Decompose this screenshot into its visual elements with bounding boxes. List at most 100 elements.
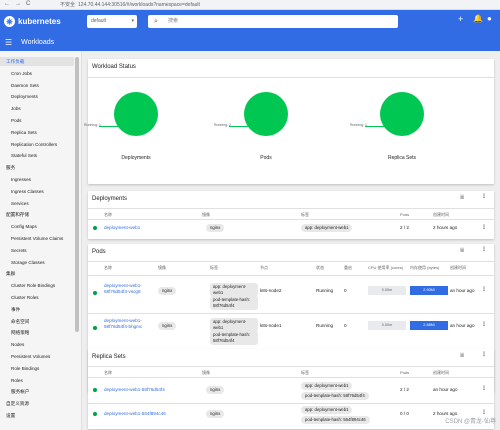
filter-icon[interactable]: ⩸ bbox=[460, 194, 464, 202]
sidebar-item[interactable]: 工作负载 bbox=[0, 57, 74, 66]
sidebar-item[interactable]: 服务 bbox=[0, 163, 74, 172]
replica-set-name-link[interactable]: deployment-web1-58f76d54f4 bbox=[104, 387, 165, 392]
pods-count: 2 / 2 bbox=[400, 387, 409, 392]
browser-address-bar[interactable]: ← → C 不安全 124.70.44.144:30516/#/workload… bbox=[0, 0, 500, 10]
sidebar-item[interactable]: Persistent Volume Claims bbox=[0, 234, 74, 243]
sidebar-item[interactable]: 服务帐户 bbox=[0, 387, 74, 396]
filter-icon[interactable]: ⩸ bbox=[460, 352, 464, 360]
sidebar-item[interactable]: 自定义资源 bbox=[0, 399, 74, 408]
sidebar-item[interactable]: Persistent Volumes bbox=[0, 352, 74, 361]
sidebar-item[interactable]: Secrets bbox=[0, 246, 74, 255]
status-ok-icon bbox=[93, 226, 97, 230]
notifications-icon[interactable]: 🔔 bbox=[473, 14, 483, 23]
status-ok-icon bbox=[93, 412, 97, 416]
card-title: Replica Sets bbox=[92, 354, 126, 360]
more-icon[interactable]: ⋮ bbox=[481, 321, 487, 328]
security-indicator[interactable]: 不安全 bbox=[60, 1, 75, 8]
sidebar-item[interactable]: Config Maps bbox=[0, 222, 74, 231]
more-icon[interactable]: ⋮ bbox=[481, 193, 487, 200]
sidebar-item[interactable]: 设置 bbox=[0, 411, 74, 420]
label-chip: pod-template-hash: 58f76d54f4 bbox=[210, 331, 258, 345]
sidebar-item[interactable]: Ingress Classes bbox=[0, 187, 74, 196]
image-chip: nginx bbox=[158, 322, 177, 330]
donut-legend-line bbox=[229, 126, 249, 127]
card-title: Workload Status bbox=[92, 64, 136, 70]
menu-icon[interactable]: ☰ bbox=[5, 38, 12, 47]
search-placeholder: 搜索 bbox=[168, 18, 179, 24]
sidebar-item[interactable]: Roles bbox=[0, 376, 74, 385]
kubernetes-logo[interactable]: ⎈ kubernetes bbox=[4, 16, 61, 27]
deployment-name-link[interactable]: deployment-web1 bbox=[104, 225, 140, 230]
chevron-down-icon: ▾ bbox=[131, 18, 134, 24]
sidebar-item[interactable]: 配置和存储 bbox=[0, 210, 74, 219]
helm-wheel-icon: ⎈ bbox=[4, 16, 15, 27]
more-icon[interactable]: ⋮ bbox=[481, 224, 487, 231]
sidebar-item[interactable]: Pods bbox=[0, 116, 74, 125]
divider bbox=[88, 313, 494, 314]
reload-icon[interactable]: C bbox=[26, 1, 30, 7]
sidebar-item[interactable]: Services bbox=[0, 199, 74, 208]
memory-usage-bar: 2.88Mi bbox=[410, 321, 448, 330]
label-chip: app: deployment-web1 bbox=[210, 283, 258, 297]
donut-label: Deployments bbox=[121, 155, 151, 161]
namespace-select[interactable]: default ▾ bbox=[87, 15, 137, 28]
more-icon[interactable]: ⋮ bbox=[481, 385, 487, 392]
node-name: k8s-node1 bbox=[260, 323, 282, 328]
divider bbox=[88, 219, 494, 220]
image-chip: nginx bbox=[158, 287, 177, 295]
donut-legend-line bbox=[365, 126, 385, 127]
account-icon[interactable]: ● bbox=[487, 14, 492, 23]
back-icon[interactable]: ← bbox=[4, 1, 10, 7]
sidebar-item[interactable]: Replication Controllers bbox=[0, 140, 74, 149]
forward-icon[interactable]: → bbox=[15, 1, 21, 7]
pods-count: 2 / 2 bbox=[400, 225, 409, 230]
sidebar-scrollbar[interactable] bbox=[75, 57, 79, 332]
main-content: Workload Status Running: 1 Deployments Run… bbox=[82, 51, 500, 430]
table-header: 标签 bbox=[210, 265, 218, 270]
sidebar-item[interactable]: Cluster Roles bbox=[0, 293, 74, 302]
more-icon[interactable]: ⋮ bbox=[481, 246, 487, 253]
sidebar-item[interactable]: 命名空间 bbox=[0, 317, 74, 326]
sidebar-item[interactable]: Deployments bbox=[0, 92, 74, 101]
sidebar-item[interactable]: Role Bindings bbox=[0, 364, 74, 373]
browser-nav: ← → C bbox=[4, 1, 30, 7]
sidebar-item[interactable]: 事件 bbox=[0, 305, 74, 314]
sidebar-item[interactable]: Cron Jobs bbox=[0, 69, 74, 78]
namespace-value: default bbox=[91, 18, 107, 24]
add-icon[interactable]: + bbox=[458, 14, 463, 24]
sidebar-item[interactable]: Nodes bbox=[0, 340, 74, 349]
sidebar-item[interactable]: Replica Sets bbox=[0, 128, 74, 137]
sidebar-item[interactable]: Storage Classes bbox=[0, 258, 74, 267]
table-header: 名称 bbox=[104, 212, 112, 217]
pod-name-link[interactable]: deployment-web1-58f76d54f4-vscg8 bbox=[104, 283, 149, 295]
divider bbox=[88, 377, 494, 378]
donut-label: Pods bbox=[260, 155, 272, 161]
url-text[interactable]: 124.70.44.144:30516/#/workloads?namespac… bbox=[78, 2, 200, 8]
more-icon[interactable]: ⋮ bbox=[481, 286, 487, 293]
search-icon: ⌕ bbox=[154, 18, 158, 25]
table-header: 创建时间 bbox=[450, 265, 466, 270]
filter-icon[interactable]: ⩸ bbox=[460, 247, 464, 255]
sidebar-item[interactable]: Stateful Sets bbox=[0, 151, 74, 160]
replica-set-name-link[interactable]: deployment-web1-564f894c46 bbox=[104, 411, 166, 416]
more-icon[interactable]: ⋮ bbox=[481, 351, 487, 358]
sidebar-item[interactable]: Daemon Sets bbox=[0, 81, 74, 90]
card-title: Deployments bbox=[92, 196, 128, 202]
watermark: CSDN @青龙-仙尊 bbox=[445, 419, 496, 425]
table-header: 创建时间 bbox=[433, 370, 449, 375]
table-header: 镜像 bbox=[202, 212, 210, 217]
donut-legend: Running: 2 bbox=[214, 123, 231, 127]
search-input[interactable]: ⌕ 搜索 bbox=[148, 15, 398, 28]
sidebar-item[interactable]: 网络策略 bbox=[0, 328, 74, 337]
sidebar-item[interactable]: Cluster Role Bindings bbox=[0, 281, 74, 290]
sidebar-item[interactable]: 集群 bbox=[0, 269, 74, 278]
sidebar-item[interactable]: Ingresses bbox=[0, 175, 74, 184]
deployments-card: Deployments ⩸ ⋮ 名称 镜像 标签 Pods 创建时间 deployment… bbox=[88, 191, 494, 239]
created-time: an hour ago bbox=[450, 288, 475, 293]
table-header: 名称 bbox=[104, 265, 112, 270]
sidebar-item[interactable]: Jobs bbox=[0, 104, 74, 113]
pod-name-link[interactable]: deployment-web1-58f76d54f4-bhgmc bbox=[104, 318, 149, 330]
image-chip: nginx bbox=[206, 410, 225, 418]
more-icon[interactable]: ⋮ bbox=[481, 409, 487, 416]
label-chip: pod-template-hash: 58f76d54f4 bbox=[301, 392, 369, 400]
